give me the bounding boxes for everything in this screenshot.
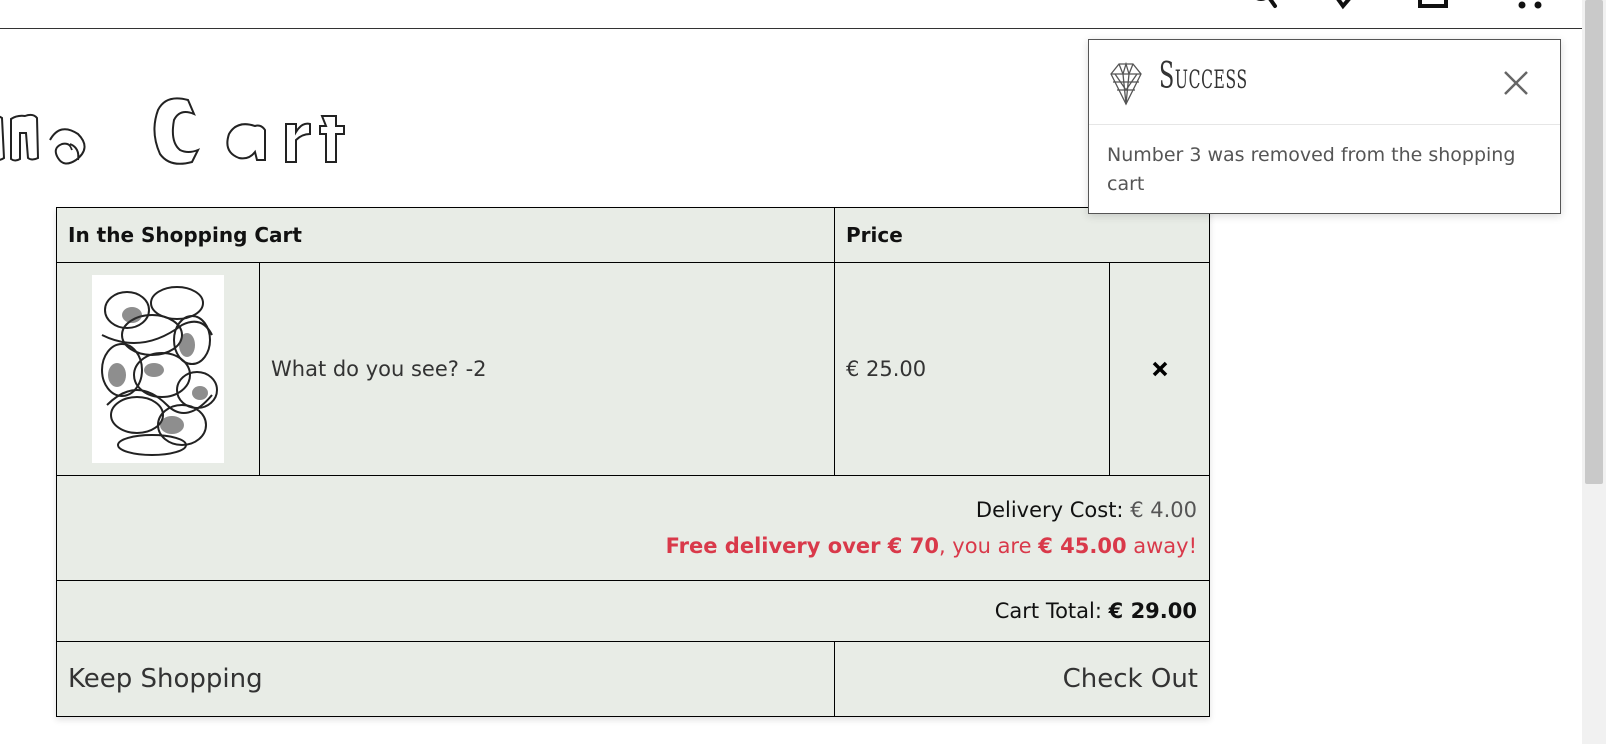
search-icon[interactable] bbox=[1249, 0, 1281, 10]
delivery-cost: Delivery Cost: € 4.00 bbox=[976, 498, 1197, 522]
cart-total-row: Cart Total: € 29.00 bbox=[57, 581, 1209, 642]
top-navigation bbox=[0, 0, 1582, 29]
toast-message: Number 3 was removed from the shopping c… bbox=[1107, 144, 1516, 195]
product-price: € 25.00 bbox=[835, 263, 1110, 475]
keep-shopping-link[interactable]: Keep Shopping bbox=[57, 642, 835, 716]
cart-item-row: What do you see? -2 € 25.00 bbox=[57, 263, 1209, 476]
toast-close-button[interactable] bbox=[1501, 68, 1531, 98]
cart-actions-row: Keep Shopping Check Out bbox=[57, 642, 1209, 716]
diamond-logo-icon bbox=[1107, 60, 1145, 110]
account-icon[interactable] bbox=[1417, 0, 1449, 10]
toast-title: Success bbox=[1159, 56, 1248, 97]
close-icon bbox=[1152, 361, 1167, 377]
success-toast: Success Number 3 was removed from the sh… bbox=[1088, 39, 1561, 214]
free-delivery-middle: , you are bbox=[938, 534, 1039, 558]
delivery-cost-label: Delivery Cost: bbox=[975, 498, 1124, 522]
free-delivery-notice: Free delivery over € 70, you are € 45.00… bbox=[666, 534, 1197, 558]
checkout-link[interactable]: Check Out bbox=[835, 642, 1209, 716]
toast-header: Success bbox=[1089, 40, 1560, 125]
scrollbar-thumb[interactable] bbox=[1585, 0, 1603, 484]
page-title bbox=[0, 78, 390, 188]
delivery-row: Delivery Cost: € 4.00 Free delivery over… bbox=[57, 476, 1209, 581]
free-delivery-suffix: away! bbox=[1126, 534, 1197, 558]
cart-header-price: Price bbox=[846, 223, 903, 247]
cart-header-item: In the Shopping Cart bbox=[57, 208, 835, 262]
remove-item-button[interactable] bbox=[1110, 263, 1209, 475]
close-icon bbox=[1504, 71, 1528, 95]
cart-total-value: € 29.00 bbox=[1108, 599, 1197, 623]
page-title-artwork bbox=[0, 97, 345, 165]
product-thumbnail[interactable] bbox=[57, 263, 260, 475]
free-delivery-threshold: Free delivery over € 70 bbox=[665, 534, 939, 558]
product-name[interactable]: What do you see? -2 bbox=[260, 263, 835, 475]
cart-icon[interactable] bbox=[1513, 0, 1547, 10]
cart-total-label: Cart Total: bbox=[994, 599, 1102, 623]
delivery-cost-value: € 4.00 bbox=[1130, 498, 1197, 522]
free-delivery-remaining: € 45.00 bbox=[1038, 534, 1127, 558]
product-artwork-image bbox=[92, 275, 224, 463]
cart-header-row: In the Shopping Cart Price bbox=[57, 208, 1209, 263]
wishlist-icon[interactable] bbox=[1331, 0, 1359, 10]
cart-table: In the Shopping Cart Price What do you s… bbox=[56, 207, 1210, 717]
